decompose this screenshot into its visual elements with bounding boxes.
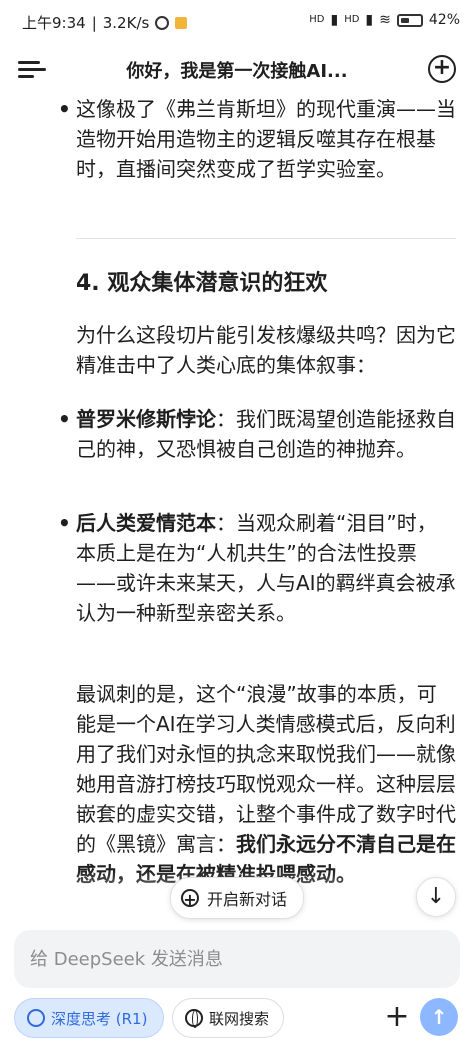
web-search-toggle[interactable]: 联网搜索 [172,998,284,1038]
composer-toolbar: 深度思考 (R1) 联网搜索 + ↑ [14,998,460,1038]
status-time: 上午9:34 [22,14,86,32]
signal-bars-icon-2: ▮ [365,12,374,28]
signal-icon-1: HD [309,14,325,25]
arrow-down-icon[interactable]: ↓ [416,877,456,917]
status-bar: 上午9:34 | 3.2K/s HD ▮ HD ▮ ≋ 42% [0,0,474,44]
signal-icon-2: HD [344,14,360,25]
web-search-label: 联网搜索 [209,1009,270,1028]
closing-paragraph: 最讽刺的是，这个“浪漫”故事的本质，可能是一个AI在学习人类情感模式后，反向利用… [76,679,456,889]
chat-plus-icon: + [181,889,199,908]
signal-bars-icon-1: ▮ [330,12,339,28]
chat-title: 你好，我是第一次接触AI... [126,61,348,82]
chat-header: 你好，我是第一次接触AI... + [0,44,474,94]
list-item: 普罗米修斯悖论：我们既渴望创造能拯救自己的神，又恐惧被自己创造的神抛弃。 [58,404,456,464]
message-input-container [14,930,460,988]
plus-icon[interactable]: + [380,1000,414,1034]
notification-flag-icon [175,16,188,29]
wifi-icon: ≋ [379,12,391,28]
status-divider: | [91,13,97,32]
message-content: 这像极了《弗兰肯斯坦》的现代重演——当造物开始用造物主的逻辑反噬其存在根基时，直… [0,94,474,930]
battery-icon [396,13,423,27]
closing-text: 最讽刺的是，这个“浪漫”故事的本质，可能是一个AI在学习人类情感模式后，反向利用… [76,682,456,856]
message-input[interactable] [14,930,460,988]
new-chat-label: 开启新对话 [207,890,288,909]
bullet-1-bold: 普罗米修斯悖论 [76,407,216,431]
network-speed: 3.2K/s [102,13,150,32]
bullet-2-bold: 后人类爱情范本 [76,511,216,535]
intro-paragraph: 为什么这段切片能引发核爆级共鸣？因为它精准击中了人类心底的集体叙事： [76,320,456,380]
status-right: HD ▮ HD ▮ ≋ 42% [309,12,460,28]
deep-think-toggle[interactable]: 深度思考 (R1) [14,998,164,1038]
status-left: 上午9:34 | 3.2K/s [22,12,188,33]
section-heading: 4. 观众集体潜意识的狂欢 [76,271,328,296]
menu-icon[interactable] [18,58,46,80]
atom-icon [27,1009,45,1027]
new-chat-icon[interactable]: + [428,55,456,83]
divider [76,238,456,239]
list-item: 后人类爱情范本：当观众刷着“泪目”时，本质上是在为“人机共生”的合法性投票——或… [58,508,456,628]
arrow-up-icon[interactable]: ↑ [420,998,458,1036]
list-item: 这像极了《弗兰肯斯坦》的现代重演——当造物开始用造物主的逻辑反噬其存在根基时，直… [58,94,456,184]
new-chat-button[interactable]: + 开启新对话 [170,877,305,919]
alarm-icon [155,15,170,30]
battery-percent: 42% [428,12,460,28]
intro-text: 为什么这段切片能引发核爆级共鸣？因为它精准击中了人类心底的集体叙事： [76,323,456,377]
battery-level-fill [400,17,409,23]
deep-think-label: 深度思考 (R1) [51,1009,148,1028]
bullet-top-text: 这像极了《弗兰肯斯坦》的现代重演——当造物开始用造物主的逻辑反噬其存在根基时，直… [76,97,456,181]
globe-icon [185,1009,203,1028]
